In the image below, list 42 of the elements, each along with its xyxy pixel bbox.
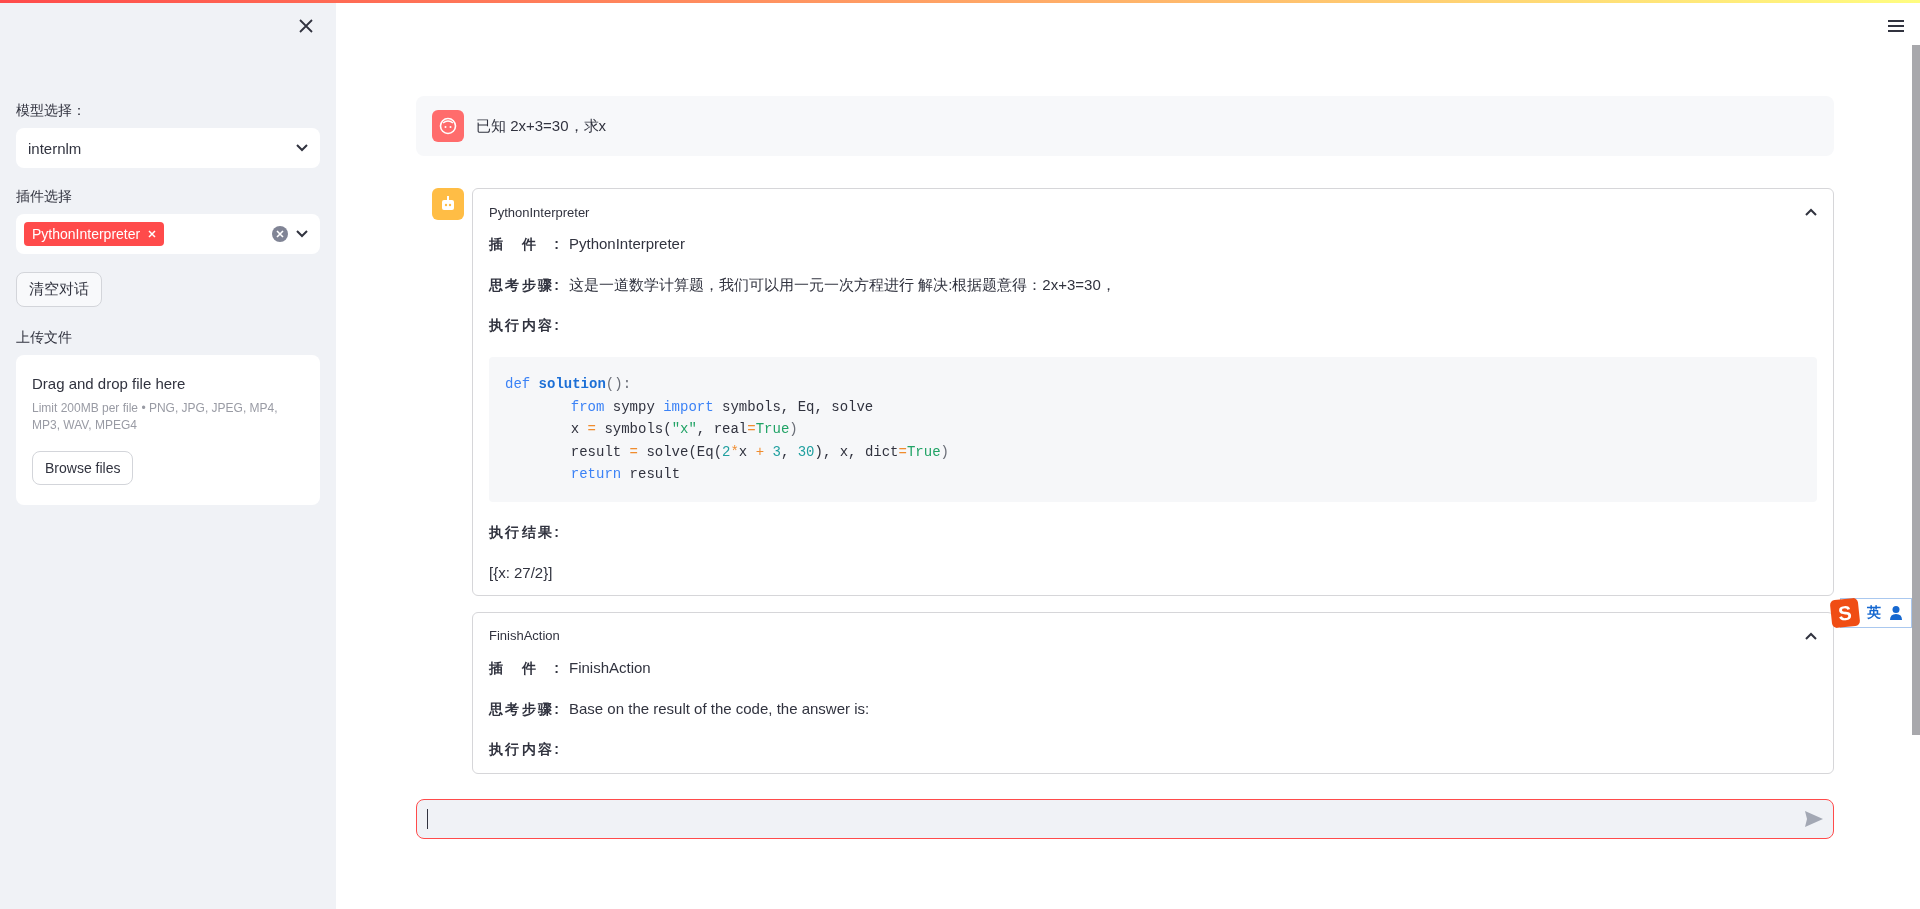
- user-avatar-icon: [432, 110, 464, 142]
- field-value: FinishAction: [569, 658, 651, 676]
- expander-header[interactable]: FinishAction: [489, 612, 1817, 659]
- chevron-up-icon: [1805, 208, 1817, 216]
- clear-icon[interactable]: [272, 226, 288, 242]
- field-value: Base on the result of the code, the answer is:: [569, 699, 870, 717]
- field-value: PythonInterpreter: [569, 235, 685, 252]
- field-label: 执行内容:: [489, 740, 559, 759]
- robot-avatar-icon: [432, 188, 464, 220]
- ime-mode[interactable]: 英: [1867, 604, 1881, 622]
- chevron-down-icon: [296, 144, 308, 152]
- uploader-title: Drag and drop file here: [32, 375, 187, 392]
- field-value: 这是一道数学计算题，我们可以用一元一次方程进行 解决:根据题意得：2x+3=30，: [569, 276, 1116, 295]
- send-icon[interactable]: [1805, 811, 1823, 827]
- browse-files-button[interactable]: Browse files: [32, 450, 134, 485]
- message-text: 已知 2x+3=30，求x: [476, 116, 607, 136]
- expander-header[interactable]: PythonInterpreter: [489, 189, 1817, 235]
- field-label: 思考步骤:: [489, 700, 559, 719]
- code-line: return result: [569, 465, 682, 484]
- clear-chat-button[interactable]: 清空对话: [16, 272, 102, 307]
- user-icon[interactable]: [1889, 605, 1905, 621]
- chat-input[interactable]: [416, 799, 1834, 839]
- field-label: 插件:: [489, 236, 559, 254]
- model-label: 模型选择：: [16, 102, 87, 120]
- plugin-label: 插件选择: [16, 188, 73, 206]
- model-select[interactable]: internlm: [16, 128, 320, 168]
- code-line: def solution():: [505, 375, 633, 394]
- field-label: 执行结果:: [489, 523, 559, 542]
- ime-logo: S: [1829, 597, 1861, 629]
- field-label: 思考步骤:: [489, 277, 559, 295]
- remove-icon[interactable]: [148, 230, 157, 238]
- code-line: x = symbols("x", real=True): [569, 420, 799, 439]
- upload-label: 上传文件: [16, 329, 73, 347]
- field-label: 执行内容:: [489, 317, 559, 335]
- chevron-down-icon: [296, 230, 308, 238]
- code-line: from sympy import symbols, Eq, solve: [569, 397, 875, 417]
- scrollbar-thumb[interactable]: [1912, 45, 1920, 735]
- uploader-hint: Limit 200MB per file • PNG, JPG, JPEG, MP4, MP3, WAV, MPEG4: [32, 400, 279, 435]
- code-line: result = solve(Eq(2*x + 3, 30), x, dict=True): [569, 442, 950, 462]
- field-label: 插件:: [489, 659, 559, 678]
- result-text: [{x: 27/2}]: [489, 563, 554, 581]
- chevron-up-icon: [1805, 631, 1817, 640]
